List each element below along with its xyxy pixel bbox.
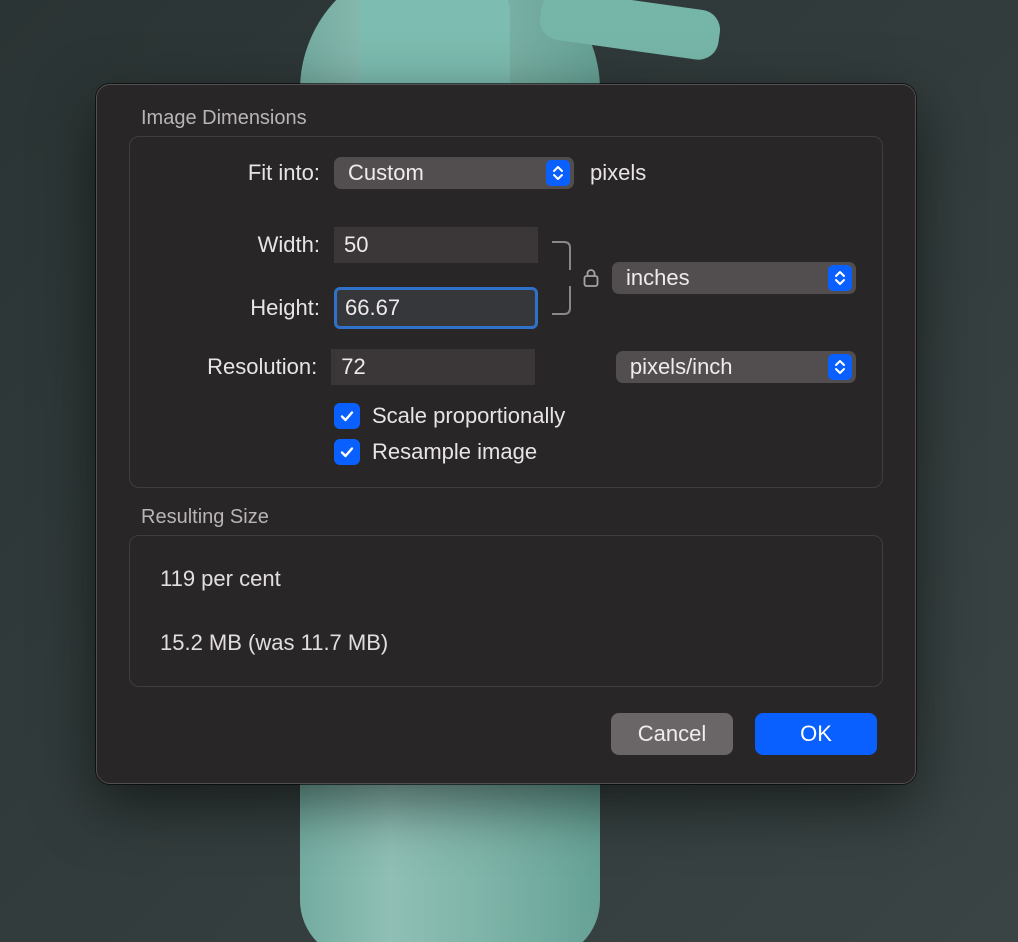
width-label: Width: [156,232,334,258]
width-input[interactable] [334,227,538,263]
dialog-button-row: Cancel OK [129,713,883,755]
link-bracket [548,236,576,320]
result-percent: 119 per cent [160,566,852,592]
chevron-updown-icon [546,160,570,186]
fit-into-suffix: pixels [590,160,646,186]
resample-image-checkbox[interactable] [334,439,360,465]
resulting-size-panel: 119 per cent 15.2 MB (was 11.7 MB) [129,535,883,687]
cancel-button[interactable]: Cancel [611,713,733,755]
resolution-label: Resolution: [156,354,331,380]
size-units-value: inches [626,265,690,291]
ok-button[interactable]: OK [755,713,877,755]
fit-into-select[interactable]: Custom [334,157,574,189]
chevron-updown-icon [828,265,852,291]
chevron-updown-icon [828,354,852,380]
fit-into-value: Custom [348,160,424,186]
resolution-units-select[interactable]: pixels/inch [616,351,856,383]
resample-image-label: Resample image [372,439,537,465]
adjust-size-dialog: Image Dimensions Fit into: Custom pixels… [96,84,916,784]
result-filesize: 15.2 MB (was 11.7 MB) [160,630,852,656]
height-input[interactable] [334,287,538,329]
resolution-input[interactable] [331,349,535,385]
scale-proportionally-label: Scale proportionally [372,403,565,429]
scale-proportionally-checkbox[interactable] [334,403,360,429]
resulting-size-label: Resulting Size [129,506,883,529]
fit-into-label: Fit into: [156,160,334,186]
resolution-units-value: pixels/inch [630,354,733,380]
lock-icon[interactable] [578,265,604,291]
image-dimensions-panel: Fit into: Custom pixels Width: [129,136,883,488]
size-units-select[interactable]: inches [612,262,856,294]
image-dimensions-label: Image Dimensions [129,107,883,130]
height-label: Height: [156,295,334,321]
